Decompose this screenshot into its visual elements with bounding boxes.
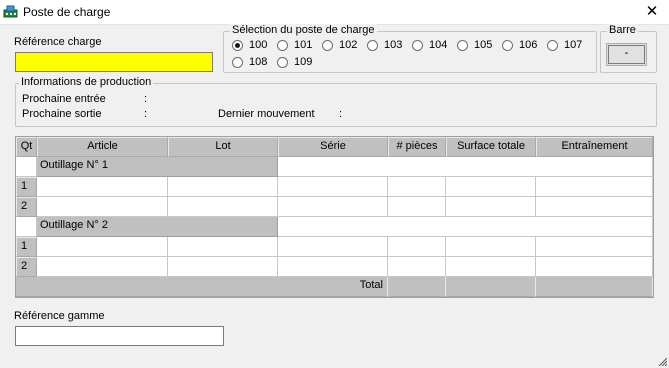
- table-cell[interactable]: [536, 197, 653, 217]
- column-header-qt[interactable]: Qt: [16, 137, 37, 157]
- total-entrainement-cell: [536, 277, 653, 297]
- group-row-empty: [278, 217, 653, 237]
- close-button[interactable]: ✕: [635, 0, 669, 24]
- group-row-empty: [278, 157, 653, 177]
- barre-legend: Barre: [607, 24, 638, 36]
- dernier-mouvement-colon: :: [339, 108, 343, 120]
- radio-circle-icon[interactable]: [457, 39, 468, 51]
- reference-charge-label: Référence charge: [14, 36, 102, 48]
- table-cell[interactable]: [536, 257, 653, 277]
- poste-radio-108[interactable]: 108: [232, 55, 267, 69]
- prochaine-entree-colon: :: [144, 93, 148, 105]
- total-label: Total: [16, 277, 388, 297]
- poste-radio-label: 104: [429, 39, 448, 51]
- table-cell[interactable]: [388, 177, 446, 197]
- radio-circle-icon[interactable]: [322, 39, 333, 51]
- poste-radio-107[interactable]: 107: [547, 38, 582, 52]
- barre-button-label: -: [624, 47, 629, 59]
- table-cell[interactable]: [446, 237, 536, 257]
- poste-radio-label: 106: [519, 39, 538, 51]
- radio-circle-icon[interactable]: [502, 39, 513, 51]
- group-row-qt-cell: [16, 157, 37, 177]
- reference-charge-input[interactable]: [15, 52, 213, 72]
- table-cell[interactable]: [168, 197, 278, 217]
- radio-circle-icon[interactable]: [412, 39, 423, 51]
- poste-radio-label: 105: [474, 39, 493, 51]
- poste-radio-label: 103: [384, 39, 403, 51]
- prochaine-sortie-colon: :: [144, 108, 148, 120]
- row-number: 1: [16, 177, 37, 197]
- poste-radio-label: 101: [294, 39, 313, 51]
- reference-gamme-label: Référence gamme: [14, 310, 105, 322]
- table-cell[interactable]: [536, 177, 653, 197]
- column-header-1[interactable]: Article: [37, 137, 168, 157]
- prochaine-sortie-label: Prochaine sortie: [22, 108, 102, 120]
- table-cell[interactable]: [278, 237, 388, 257]
- poste-radio-104[interactable]: 104: [412, 38, 447, 52]
- table-cell[interactable]: [278, 177, 388, 197]
- row-number: 2: [16, 257, 37, 277]
- table-cell[interactable]: [388, 237, 446, 257]
- app-icon: [3, 5, 18, 18]
- barre-button[interactable]: -: [606, 43, 647, 66]
- table-cell[interactable]: [168, 177, 278, 197]
- table-cell[interactable]: [278, 197, 388, 217]
- table-cell[interactable]: [446, 177, 536, 197]
- poste-radio-label: 102: [339, 39, 358, 51]
- group-row-qt-cell: [16, 217, 37, 237]
- poste-radio-101[interactable]: 101: [277, 38, 312, 52]
- poste-selection-legend: Sélection du poste de charge: [230, 24, 377, 36]
- dernier-mouvement-label: Dernier mouvement: [218, 108, 315, 120]
- total-pieces-cell: [388, 277, 446, 297]
- poste-radio-105[interactable]: 105: [457, 38, 492, 52]
- column-header-6[interactable]: Entraînement: [536, 137, 653, 157]
- outillage-group-label: Outillage N° 2: [37, 217, 278, 237]
- prochaine-entree-label: Prochaine entrée: [22, 93, 106, 105]
- poste-radio-label: 107: [564, 39, 583, 51]
- poste-radio-109[interactable]: 109: [277, 55, 312, 69]
- resize-grip-icon[interactable]: [657, 356, 667, 366]
- poste-radio-102[interactable]: 102: [322, 38, 357, 52]
- table-cell[interactable]: [388, 197, 446, 217]
- radio-circle-icon[interactable]: [367, 39, 378, 51]
- outillage-group-label: Outillage N° 1: [37, 157, 278, 177]
- table-cell[interactable]: [168, 237, 278, 257]
- table-cell[interactable]: [446, 197, 536, 217]
- production-info-group: Informations de production: [15, 76, 657, 127]
- column-header-3[interactable]: Série: [278, 137, 388, 157]
- outillage-grid: Qt Article Lot Série # pièces Surface totale E…: [15, 136, 654, 298]
- radio-circle-icon[interactable]: [277, 56, 288, 68]
- poste-radio-label: 109: [294, 56, 313, 68]
- radio-circle-icon[interactable]: [277, 39, 288, 51]
- table-cell[interactable]: [37, 197, 168, 217]
- table-cell[interactable]: [446, 257, 536, 277]
- table-cell[interactable]: [37, 257, 168, 277]
- window-title: Poste de charge: [23, 5, 111, 19]
- poste-radio-106[interactable]: 106: [502, 38, 537, 52]
- reference-gamme-input[interactable]: [15, 326, 224, 346]
- production-info-legend: Informations de production: [19, 76, 154, 88]
- row-number: 1: [16, 237, 37, 257]
- poste-radio-label: 108: [249, 56, 268, 68]
- total-surface-cell: [446, 277, 536, 297]
- column-header-5[interactable]: Surface totale: [446, 137, 536, 157]
- poste-radio-103[interactable]: 103: [367, 38, 402, 52]
- table-cell[interactable]: [37, 177, 168, 197]
- table-cell[interactable]: [278, 257, 388, 277]
- poste-radio-label: 100: [249, 39, 268, 51]
- poste-radio-100[interactable]: 100: [232, 38, 267, 52]
- column-header-2[interactable]: Lot: [168, 137, 278, 157]
- radio-circle-icon[interactable]: [232, 56, 243, 68]
- table-cell[interactable]: [536, 237, 653, 257]
- table-cell[interactable]: [37, 237, 168, 257]
- title-bar: Poste de charge ✕: [0, 0, 669, 25]
- radio-circle-icon[interactable]: [547, 39, 558, 51]
- row-number: 2: [16, 197, 37, 217]
- radio-circle-icon[interactable]: [232, 39, 243, 51]
- table-cell[interactable]: [168, 257, 278, 277]
- column-header-4[interactable]: # pièces: [388, 137, 446, 157]
- table-cell[interactable]: [388, 257, 446, 277]
